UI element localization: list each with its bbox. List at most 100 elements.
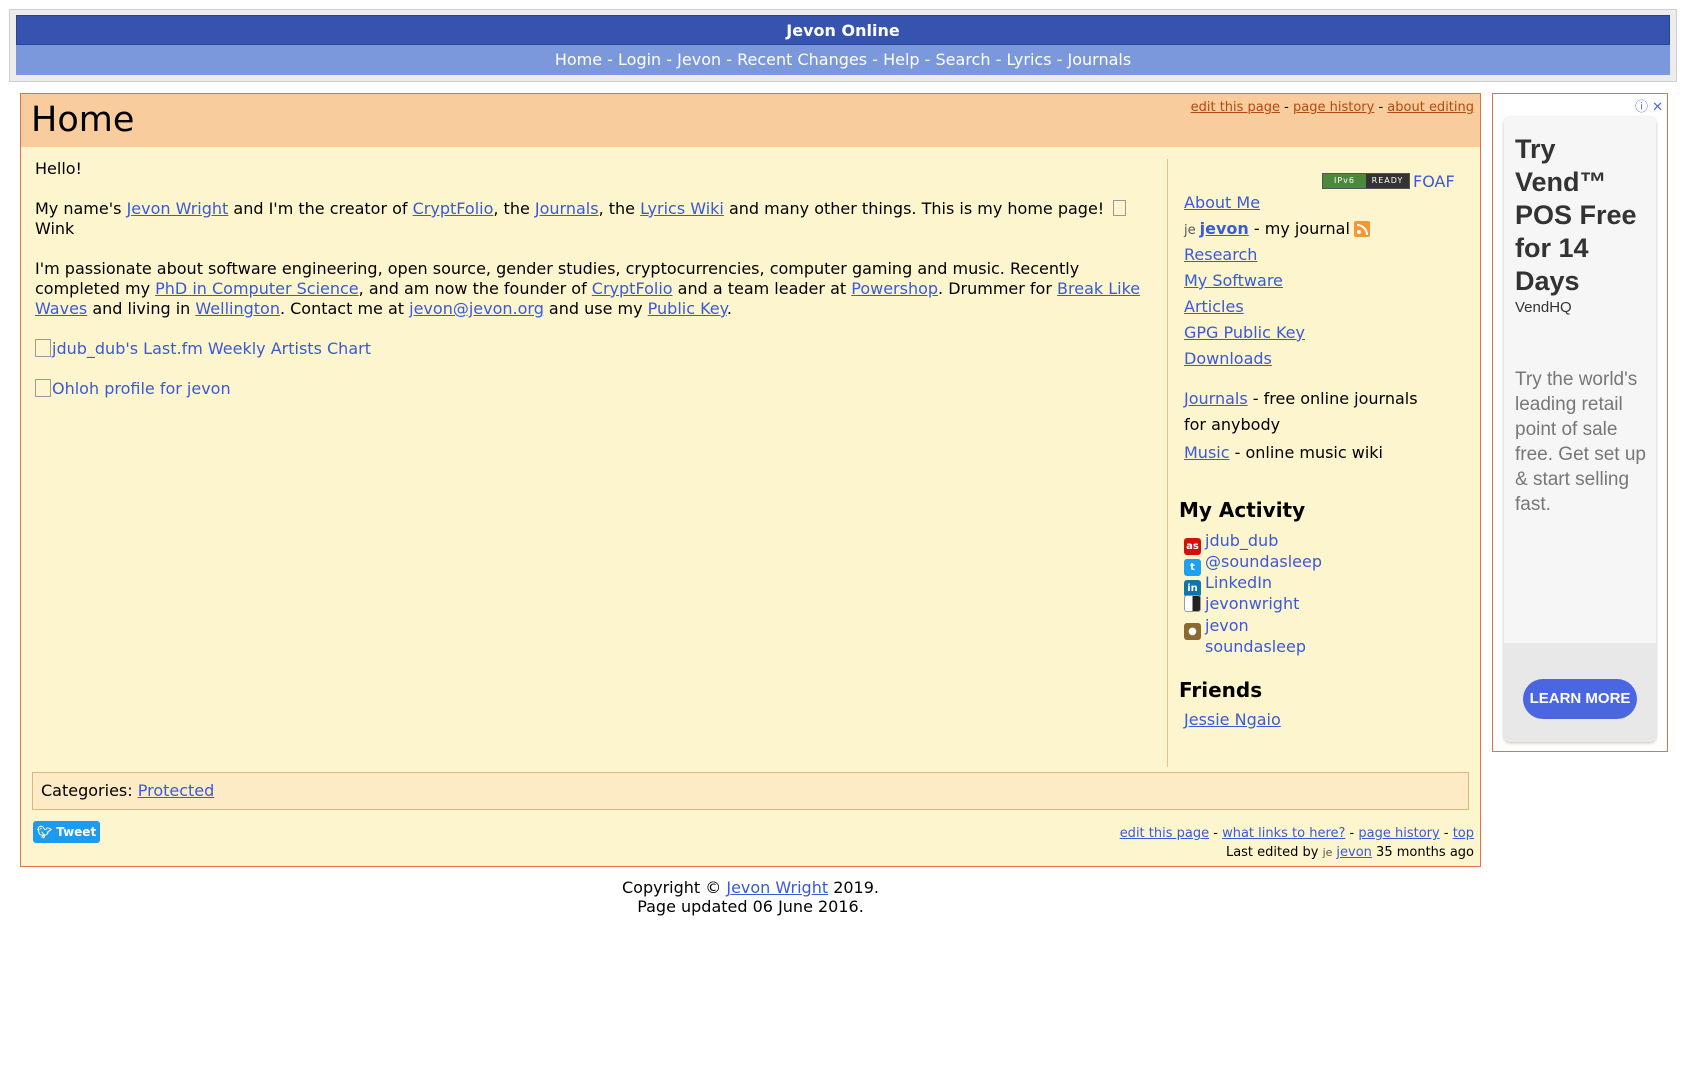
lastfm-chart[interactable]: jdub_dub's Last.fm Weekly Artists Chart [35, 339, 1163, 359]
edit-page-link[interactable]: edit this page [1191, 100, 1280, 115]
delicious-icon [1184, 595, 1201, 612]
copyright-name-link[interactable]: Jevon Wright [726, 878, 828, 897]
last-edited-user-link[interactable]: jevon [1336, 845, 1372, 860]
page-history-link[interactable]: page history [1293, 100, 1374, 115]
text: and many other things. This is my home p… [723, 199, 1110, 218]
greeting: Hello! [35, 159, 82, 178]
lyrics-wiki-link[interactable]: Lyrics Wiki [640, 199, 724, 218]
text: and I'm the creator of [228, 199, 413, 218]
broken-image-icon [35, 379, 51, 397]
activity-link[interactable]: LinkedIn [1205, 573, 1272, 592]
about-editing-link[interactable]: about editing [1387, 100, 1474, 115]
cryptfolio-link[interactable]: CryptFolio [413, 199, 494, 218]
footer: Copyright © Jevon Wright 2019. Page upda… [20, 878, 1481, 916]
nav-jevon[interactable]: Jevon [677, 50, 721, 69]
nav-recent-changes[interactable]: Recent Changes [737, 50, 867, 69]
activity-item[interactable]: jevonwright [1184, 593, 1299, 615]
twitter-bird-icon: 🐦︎ [36, 825, 53, 839]
ad-card[interactable]: Try Vend™ POS Free for 14 Days VendHQ Tr… [1504, 117, 1656, 742]
site-header: Jevon Online Home - Login - Jevon - Rece… [9, 9, 1677, 82]
text: and a team leader at [672, 279, 852, 298]
activity-link[interactable]: soundasleep [1205, 637, 1306, 656]
nav-separator: - [666, 50, 673, 69]
my-software-link[interactable]: My Software [1184, 271, 1283, 290]
text: . Drummer for [938, 279, 1058, 298]
articles-link[interactable]: Articles [1184, 297, 1244, 316]
nav-search[interactable]: Search [936, 50, 991, 69]
activity-link[interactable]: @soundasleep [1205, 552, 1322, 571]
activity-link[interactable]: jevonwright [1205, 594, 1299, 613]
text: 35 months ago [1371, 845, 1474, 860]
categories-box: Categories: Protected [32, 772, 1469, 810]
what-links-here-link[interactable]: what links to here? [1222, 826, 1345, 841]
copyright: Copyright © Jevon Wright 2019. [20, 878, 1481, 897]
nav-separator: - [995, 50, 1002, 69]
friend-link[interactable]: Jessie Ngaio [1184, 710, 1281, 729]
wink-icon [1113, 200, 1127, 216]
tweet-button[interactable]: 🐦︎ Tweet [33, 821, 100, 843]
sidebar-journals-link[interactable]: Journals [1184, 389, 1248, 408]
ipv6-ready-badge[interactable]: IPv6 READY [1322, 173, 1410, 189]
body-text: Hello! My name's Jevon Wright and I'm th… [35, 159, 1163, 419]
gpg-key-link[interactable]: GPG Public Key [1184, 323, 1305, 342]
journals-blurb: Journals - free online journals for anyb… [1184, 386, 1444, 438]
activity-link[interactable]: jdub_dub [1205, 531, 1278, 550]
powershop-link[interactable]: Powershop [851, 279, 938, 298]
music-desc: - online music wiki [1229, 443, 1383, 462]
activity-heading: My Activity [1179, 498, 1306, 522]
ad-close-icon[interactable]: ✕ [1652, 100, 1663, 115]
activity-item[interactable]: ● jevon [1184, 615, 1249, 640]
sidebar: IPv6 READY FOAF About Me je jevon - my jo… [1167, 159, 1464, 767]
foaf-link[interactable]: FOAF [1413, 172, 1455, 191]
activity-link[interactable]: jevon [1205, 616, 1249, 635]
text: . [726, 299, 732, 318]
phd-link[interactable]: PhD in Computer Science [155, 279, 359, 298]
ad-info-icon[interactable]: ⓘ [1635, 100, 1648, 115]
research-link[interactable]: Research [1184, 245, 1257, 264]
nav-separator: - [607, 50, 613, 69]
text: , the [493, 199, 535, 218]
jevon-wright-link[interactable]: Jevon Wright [127, 199, 229, 218]
ohloh-icon: ● [1184, 623, 1201, 640]
wink-alt-text: Wink [35, 219, 75, 238]
activity-item[interactable]: t @soundasleep [1184, 551, 1322, 576]
music-link[interactable]: Music [1184, 443, 1230, 462]
nav-help[interactable]: Help [883, 50, 919, 69]
passion-paragraph: I'm passionate about software engineerin… [35, 259, 1163, 319]
journal-user-link[interactable]: jevon [1200, 219, 1249, 238]
nav-separator: - [1056, 50, 1063, 69]
nav-separator: - [872, 50, 878, 69]
text: , and am now the founder of [358, 279, 592, 298]
nav-home[interactable]: Home [555, 50, 602, 69]
cryptfolio-link[interactable]: CryptFolio [592, 279, 673, 298]
page-history-link[interactable]: page history [1358, 826, 1439, 841]
ad-banner[interactable]: ⓘ ✕ Try Vend™ POS Free for 14 Days VendH… [1492, 93, 1668, 752]
nav-login[interactable]: Login [618, 50, 661, 69]
top-link[interactable]: top [1453, 826, 1474, 841]
page-title: Home [31, 100, 135, 140]
edit-page-link[interactable]: edit this page [1120, 826, 1209, 841]
rss-icon[interactable] [1353, 221, 1370, 237]
category-link[interactable]: Protected [138, 781, 215, 800]
about-me-link[interactable]: About Me [1184, 193, 1260, 212]
activity-item[interactable]: in LinkedIn [1184, 572, 1272, 597]
ohloh-profile[interactable]: Ohloh profile for jevon [35, 379, 1163, 399]
downloads-link[interactable]: Downloads [1184, 349, 1272, 368]
content-box: Home edit this page - page history - abo… [20, 93, 1481, 867]
journals-link[interactable]: Journals [535, 199, 599, 218]
broken-image-icon [35, 339, 51, 357]
learn-more-button[interactable]: LEARN MORE [1523, 679, 1637, 719]
lastfm-chart-alt: jdub_dub's Last.fm Weekly Artists Chart [52, 339, 371, 358]
ad-brand: VendHQ [1515, 299, 1572, 316]
nav-lyrics[interactable]: Lyrics [1006, 50, 1051, 69]
ready-label: READY [1366, 174, 1409, 188]
nav-separator: - [726, 50, 733, 69]
activity-item[interactable]: soundasleep [1205, 636, 1306, 658]
wellington-link[interactable]: Wellington [195, 299, 280, 318]
public-key-link[interactable]: Public Key [648, 299, 727, 318]
ad-controls: ⓘ ✕ [1635, 96, 1663, 115]
text: , the [598, 199, 641, 218]
nav-journals[interactable]: Journals [1068, 50, 1132, 69]
activity-item[interactable]: as jdub_dub [1184, 530, 1278, 555]
email-link[interactable]: jevon@jevon.org [409, 299, 544, 318]
